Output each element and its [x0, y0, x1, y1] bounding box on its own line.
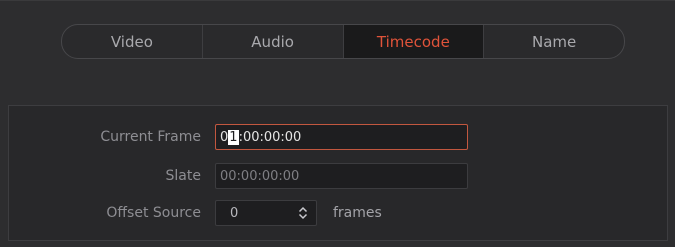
offset-source-value: 0: [230, 205, 239, 221]
chevron-up-down-icon[interactable]: [298, 206, 308, 220]
timecode-settings-window: Video Audio Timecode Name Current Frame …: [0, 0, 675, 247]
slate-label: Slate: [165, 168, 201, 184]
current-frame-label: Current Frame: [100, 129, 201, 145]
current-frame-value-prefix: 0: [220, 129, 229, 145]
slate-row: Slate 00:00:00:00: [9, 163, 468, 189]
offset-source-row: Offset Source 0 frames: [9, 200, 382, 226]
tab-timecode[interactable]: Timecode: [342, 25, 484, 58]
offset-unit-label: frames: [333, 205, 382, 221]
offset-source-label: Offset Source: [106, 205, 201, 221]
tab-video[interactable]: Video: [62, 25, 202, 58]
timecode-panel: Current Frame 0 1:00:00:00 Slate 00:00:00…: [8, 105, 668, 241]
current-frame-row: Current Frame 0 1:00:00:00: [9, 124, 468, 150]
tab-audio[interactable]: Audio: [201, 25, 343, 58]
text-cursor-selection: 1: [228, 129, 239, 145]
current-frame-value-suffix: :00:00:00: [238, 129, 302, 145]
slate-input[interactable]: 00:00:00:00: [215, 163, 468, 189]
offset-source-stepper[interactable]: 0: [215, 200, 317, 226]
tab-name[interactable]: Name: [483, 25, 624, 58]
current-frame-input[interactable]: 0 1:00:00:00: [215, 124, 468, 150]
tab-bar: Video Audio Timecode Name: [61, 24, 625, 59]
